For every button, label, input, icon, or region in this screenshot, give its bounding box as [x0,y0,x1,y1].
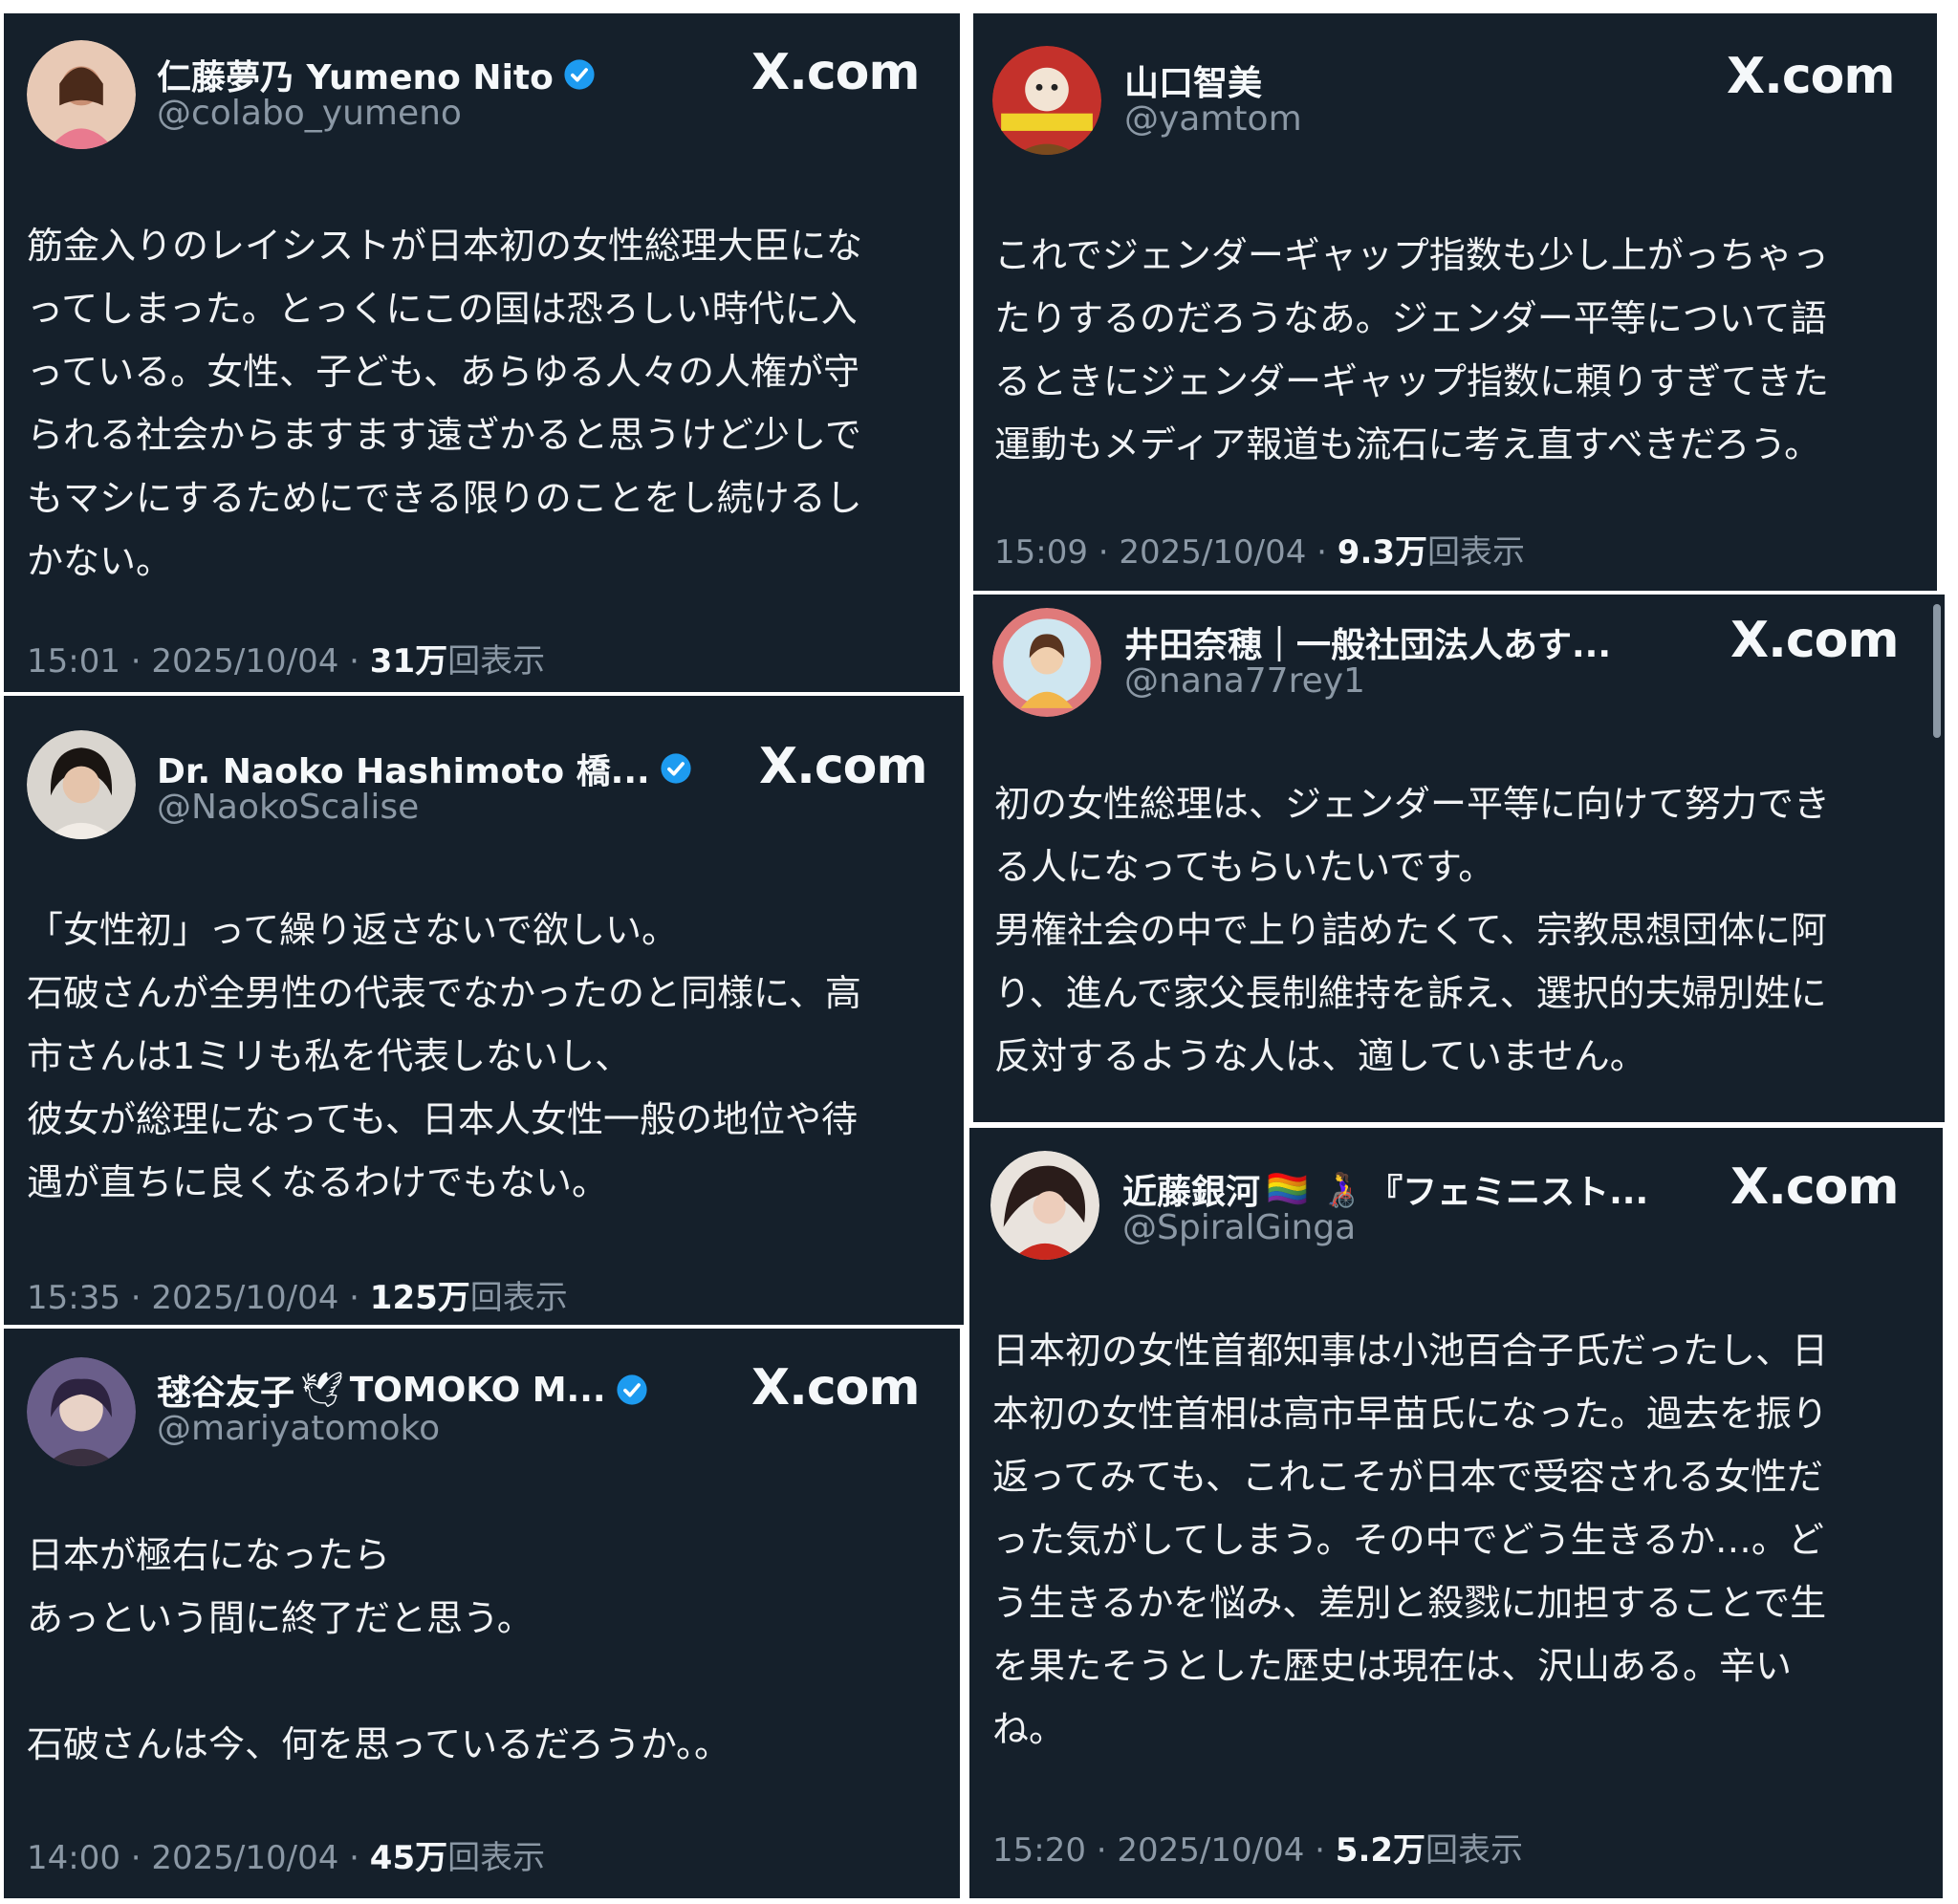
view-count: 125万 [369,1279,470,1317]
tweet-text: 筋金入りのレイシストが日本初の女性総理大臣にな ってしまった。とっくにこの国は恐… [27,225,863,582]
display-name[interactable]: 近藤銀河 🏳️‍🌈 👩‍🦽 『フェミニスト... [1122,1164,1648,1214]
display-name[interactable]: Dr. Naoko Hashimoto 橋... [157,744,692,793]
user-handle[interactable]: @SpiralGinga [1122,1208,1356,1247]
tweet-text: 日本が極右になったら あっという間に終了だと思う。 石破さんは今、何を思っている… [27,1534,731,1765]
view-count: 9.3万 [1337,533,1428,572]
display-name[interactable]: 仁藤夢乃 Yumeno Nito [157,50,596,99]
user-handle[interactable]: @colabo_yumeno [157,94,462,133]
tweet-meta: 15:20 · 2025/10/04 · 5.2万回表示 [992,1824,1523,1871]
tweet-text: 日本初の女性首都知事は小池百合子氏だったし、日 本初の女性首相は高市早苗氏になっ… [992,1330,1829,1750]
avatar[interactable] [990,1151,1099,1260]
source-logo: X.com [751,1359,921,1417]
display-name[interactable]: 井田奈穂｜一般社団法人あす... [1124,617,1611,667]
source-logo: X.com [1730,1158,1900,1216]
tweet-meta: 15:01 · 2025/10/04 · 31万回表示 [27,635,545,682]
tweet-meta: 14:00 · 2025/10/04 · 45万回表示 [27,1831,545,1878]
display-name[interactable]: 山口智美 [1124,55,1262,105]
source-logo: X.com [1730,612,1900,669]
user-handle[interactable]: @mariyatomoko [157,1409,440,1448]
source-logo: X.com [1727,48,1896,105]
tweet-card[interactable]: 山口智美 @yamtom X.com これでジェンダーギャップ指数も少し上がっち… [973,13,1937,591]
tweet-card[interactable]: 井田奈穂｜一般社団法人あす... @nana77rey1 X.com 初の女性総… [973,595,1945,1122]
timestamp: 15:20 · 2025/10/04 · [992,1831,1336,1870]
tweet-meta: 15:35 · 2025/10/04 · 125万回表示 [27,1271,568,1318]
tweet-text: これでジェンダーギャップ指数も少し上がっちゃっ たりするのだろうなあ。ジェンダー… [994,234,1829,465]
source-logo: X.com [751,44,921,101]
timestamp: 15:09 · 2025/10/04 · [994,533,1338,572]
view-label: 回表示 [447,1839,546,1877]
verified-badge-icon [660,752,692,785]
tweet-text: 「女性初」って繰り返さないで欲しい。 石破さんが全男性の代表でなかったのと同様に… [27,909,861,1203]
view-label: 回表示 [1425,1831,1524,1870]
avatar[interactable] [27,1357,136,1466]
view-label: 回表示 [1427,533,1526,572]
view-label: 回表示 [447,642,546,681]
tweet-card[interactable]: 仁藤夢乃 Yumeno Nito @colabo_yumeno X.com 筋金… [4,13,960,692]
view-label: 回表示 [469,1279,568,1317]
tweet-meta: 15:09 · 2025/10/04 · 9.3万回表示 [994,526,1525,573]
dove-icon: 🕊 [300,1371,344,1410]
timestamp: 14:00 · 2025/10/04 · [27,1839,370,1877]
avatar[interactable] [992,46,1101,155]
timestamp: 15:01 · 2025/10/04 · [27,642,370,681]
view-count: 31万 [369,642,448,681]
tweet-text: 初の女性総理は、ジェンダー平等に向けて努力でき る人になってもらいたいです。 男… [994,783,1831,1077]
user-handle[interactable]: @yamtom [1124,99,1302,139]
tweet-card[interactable]: Dr. Naoko Hashimoto 橋... @NaokoScalise X… [4,696,964,1325]
avatar[interactable] [992,608,1101,717]
source-logo: X.com [759,738,928,795]
tweet-card[interactable]: 近藤銀河 🏳️‍🌈 👩‍🦽 『フェミニスト... @SpiralGinga X.… [969,1128,1943,1898]
avatar[interactable] [27,40,136,149]
tweet-card[interactable]: 毬谷友子 🕊 TOMOKO M... @mariyatomoko X.com 日… [4,1329,960,1898]
view-count: 45万 [369,1839,448,1877]
scrollbar[interactable] [1933,604,1941,738]
avatar[interactable] [27,730,136,839]
display-name[interactable]: 毬谷友子 🕊 TOMOKO M... [157,1365,648,1415]
user-handle[interactable]: @nana77rey1 [1124,661,1365,701]
view-count: 5.2万 [1335,1831,1426,1870]
verified-badge-icon [616,1374,648,1406]
pride-flag-wheelchair-icon: 🏳️‍🌈 👩‍🦽 [1266,1170,1363,1209]
timestamp: 15:35 · 2025/10/04 · [27,1279,370,1317]
user-handle[interactable]: @NaokoScalise [157,788,419,827]
verified-badge-icon [563,58,596,91]
